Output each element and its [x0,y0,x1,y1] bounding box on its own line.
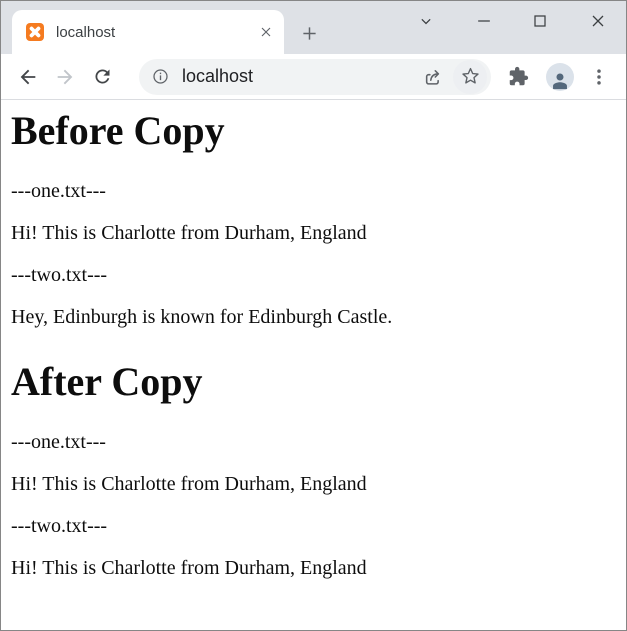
file-label-one: ---one.txt--- [11,180,106,202]
browser-tab-localhost[interactable]: localhost [12,10,284,54]
file-label-two: ---two.txt--- [11,264,108,286]
tab-close-icon[interactable] [256,22,276,42]
window-maximize-button[interactable] [521,4,559,37]
forward-button[interactable] [48,60,82,94]
browser-toolbar: localhost [1,54,626,100]
tab-search-chevron-down-icon[interactable] [407,4,445,37]
address-bar[interactable]: localhost [139,58,491,95]
heading-after-copy: After Copy [11,359,203,404]
file-content-one: Hi! This is Charlotte from Durham, Engla… [11,222,367,244]
file-content-one-after: Hi! This is Charlotte from Durham, Engla… [11,473,367,495]
file-label-two-after: ---two.txt--- [11,515,108,537]
file-content-two: Hey, Edinburgh is known for Edinburgh Ca… [11,306,393,328]
file-label-one-after: ---one.txt--- [11,431,106,453]
file-content-two-after: Hi! This is Charlotte from Durham, Engla… [11,557,367,579]
tab-title: localhost [56,23,116,41]
extensions-puzzle-icon[interactable] [501,60,535,94]
tab-strip: localhost [1,1,626,54]
bookmark-star-icon[interactable] [453,59,487,94]
window-close-button[interactable] [579,4,617,37]
url-text[interactable]: localhost [182,66,419,87]
heading-before-copy: Before Copy [11,108,225,153]
site-info-icon[interactable] [151,67,170,86]
new-tab-button[interactable] [297,21,321,45]
person-icon [553,72,567,89]
kebab-menu-icon[interactable] [585,60,613,94]
window-minimize-button[interactable] [465,4,503,37]
profile-avatar[interactable] [546,62,574,91]
browser-window: localhost localhost Before Copy ---one.t… [0,0,627,631]
page-content: Before Copy ---one.txt--- Hi! This is Ch… [1,108,626,580]
xampp-icon [26,23,44,41]
share-icon[interactable] [419,62,449,92]
reload-button[interactable] [85,60,119,94]
back-button[interactable] [11,60,45,94]
